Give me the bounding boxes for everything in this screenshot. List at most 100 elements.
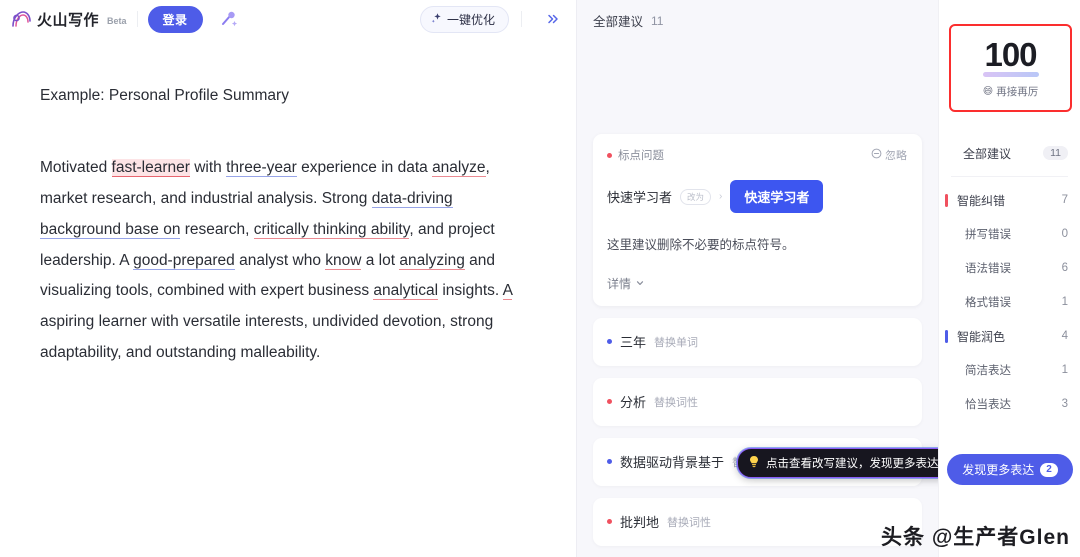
lightbulb-icon <box>748 455 760 471</box>
toolbar-divider-2 <box>521 11 522 27</box>
doc-error-underline[interactable]: analyze <box>432 159 486 178</box>
severity-dot-icon <box>607 152 612 158</box>
doc-error-highlight[interactable]: fast-learner <box>111 159 190 178</box>
arrow-right-icon: › <box>719 191 723 202</box>
suggestion-list-item[interactable]: 批判地 替换词性 <box>593 498 922 546</box>
document-body[interactable]: Motivated fast-learner with three-year e… <box>40 153 528 369</box>
ignore-button[interactable]: 忽略 <box>871 147 907 163</box>
brand: 火山写作 Beta <box>10 9 127 30</box>
magic-wand-icon[interactable] <box>215 6 241 32</box>
login-button[interactable]: 登录 <box>147 5 203 33</box>
severity-dot-icon <box>607 519 612 524</box>
category-subitem[interactable]: 语法错误 6 <box>939 251 1080 285</box>
one-click-optimize-label: 一键优化 <box>446 12 495 27</box>
doc-text: aspiring learner with versatile interest… <box>40 313 494 362</box>
category-subitem[interactable]: 拼写错误 0 <box>939 217 1080 251</box>
score-subtitle-label: 再接再厉 <box>996 85 1039 98</box>
suggestion-fix-row: 快速学习者 改为 › 快速学习者 <box>607 180 907 213</box>
doc-error-underline[interactable]: know <box>325 251 362 270</box>
suggestion-list-item[interactable]: 分析 替换词性 <box>593 378 922 426</box>
category-groups: 智能纠错 7 拼写错误 0 语法错误 6 格式错误 1 智能润色 4 简洁表达 1 恰当表达 3 <box>939 183 1080 421</box>
document-editor[interactable]: Example: Personal Profile Summary Motiva… <box>0 38 576 369</box>
one-click-optimize-button[interactable]: 一键优化 <box>419 5 509 33</box>
score-card: 100 😄 再接再厉 <box>949 24 1072 112</box>
suggestion-type: 替换单词 <box>654 336 699 349</box>
severity-dot-icon <box>607 459 612 464</box>
discover-more-badge: 2 <box>1040 462 1058 477</box>
category-sub-label: 简洁表达 <box>965 365 1011 377</box>
circle-minus-icon <box>871 148 882 162</box>
doc-error-underline[interactable]: analytical <box>373 282 439 301</box>
rewrite-hint-tooltip: 点击查看改写建议，发现更多表达 <box>737 448 938 478</box>
category-group-errors[interactable]: 智能纠错 7 <box>939 183 1080 217</box>
watermark: 头条 @生产者Glen <box>881 526 1070 549</box>
category-subitem[interactable]: 格式错误 1 <box>939 285 1080 319</box>
discover-more-label: 发现更多表达 <box>962 463 1035 477</box>
change-to-pill: 改为 <box>680 188 712 205</box>
discover-more-button[interactable]: 发现更多表达 2 <box>947 454 1073 485</box>
doc-polish-underline[interactable]: three-year <box>226 159 297 178</box>
tooltip-text: 点击查看改写建议，发现更多表达 <box>766 458 938 470</box>
score-value: 100 <box>984 35 1037 73</box>
doc-text: a lot <box>361 251 400 269</box>
category-sub-label: 格式错误 <box>965 297 1011 309</box>
doc-error-underline[interactable]: analyzing <box>399 251 465 270</box>
document-title: Example: Personal Profile Summary <box>40 87 289 104</box>
chevron-down-icon <box>635 277 645 291</box>
doc-text: experience in data <box>296 159 433 177</box>
category-sub-count: 0 <box>1061 228 1068 240</box>
suggestion-word: 批判地 <box>620 515 660 530</box>
doc-text: analyst who <box>234 251 326 269</box>
suggestions-header-label: 全部建议 <box>593 15 644 29</box>
category-list: 全部建议 11 智能纠错 7 拼写错误 0 语法错误 6 格式错误 1 智能润色 4 简洁表达 1 恰当… <box>939 136 1080 421</box>
top-toolbar: 火山写作 Beta 登录 一键优化 <box>0 0 576 38</box>
severity-dot-icon <box>607 339 612 344</box>
suggestion-list-item[interactable]: 三年 替换单词 <box>593 318 922 366</box>
score-subtitle: 😄 再接再厉 <box>983 84 1038 99</box>
suggestion-card-header: 标点问题 忽略 <box>607 147 907 163</box>
category-sub-label: 拼写错误 <box>965 229 1011 241</box>
suggestion-word: 三年 <box>620 335 647 350</box>
toolbar-divider <box>136 11 138 27</box>
sparkle-icon <box>431 12 443 27</box>
category-sub-count: 1 <box>1061 364 1068 376</box>
doc-polish-underline[interactable]: good-prepared <box>133 251 235 270</box>
doc-text: Motivated <box>40 159 112 177</box>
category-subitem[interactable]: 简洁表达 1 <box>939 353 1080 387</box>
editor-pane: 火山写作 Beta 登录 一键优化 Example: Personal Prof… <box>0 0 576 557</box>
apply-replacement-button[interactable]: 快速学习者 <box>730 180 824 213</box>
category-subitem[interactable]: 恰当表达 3 <box>939 387 1080 421</box>
suggestion-type: 替换词性 <box>667 516 712 529</box>
toolbar-right-group: 一键优化 <box>419 0 566 38</box>
category-sub-label: 恰当表达 <box>965 399 1011 411</box>
detail-label: 详情 <box>607 277 632 291</box>
score-sidebar: 100 😄 再接再厉 全部建议 11 智能纠错 7 拼写错误 0 语法错误 6 格式错误 1 智… <box>938 0 1080 557</box>
suggestion-tag: 标点问题 <box>607 147 664 163</box>
category-group-polish[interactable]: 智能润色 4 <box>939 319 1080 353</box>
suggestion-description: 这里建议删除不必要的标点符号。 <box>607 238 795 252</box>
doc-error-underline[interactable]: critically thinking ability <box>253 220 410 239</box>
suggestion-type: 替换词性 <box>654 396 699 409</box>
doc-text: insights. <box>438 282 503 300</box>
smiley-emoji-icon: 😄 <box>982 85 994 97</box>
category-label: 智能润色 <box>957 329 1006 344</box>
category-sub-count: 3 <box>1061 398 1068 410</box>
suggestion-tag-label: 标点问题 <box>618 150 664 162</box>
category-all-label: 全部建议 <box>963 146 1012 161</box>
category-all[interactable]: 全部建议 11 <box>939 136 1080 170</box>
detail-toggle[interactable]: 详情 <box>607 275 907 292</box>
category-sub-label: 语法错误 <box>965 263 1011 275</box>
collapse-panel-button[interactable] <box>540 6 566 32</box>
suggestion-word: 分析 <box>620 395 647 410</box>
doc-error-underline[interactable]: A <box>502 282 513 301</box>
brand-name: 火山写作 <box>37 11 100 29</box>
category-label: 智能纠错 <box>957 193 1006 208</box>
category-count: 4 <box>1061 330 1068 342</box>
severity-dot-icon <box>607 399 612 404</box>
suggestions-header: 全部建议 11 <box>577 0 938 30</box>
doc-text: research, <box>180 220 254 238</box>
suggestion-card-active[interactable]: 标点问题 忽略 快速学习者 改为 › 快速学习者 这里建议删除不必要的标点符号。… <box>593 134 922 306</box>
category-separator <box>951 176 1068 177</box>
beta-tag: Beta <box>107 16 127 26</box>
volcano-logo-icon <box>10 9 32 29</box>
